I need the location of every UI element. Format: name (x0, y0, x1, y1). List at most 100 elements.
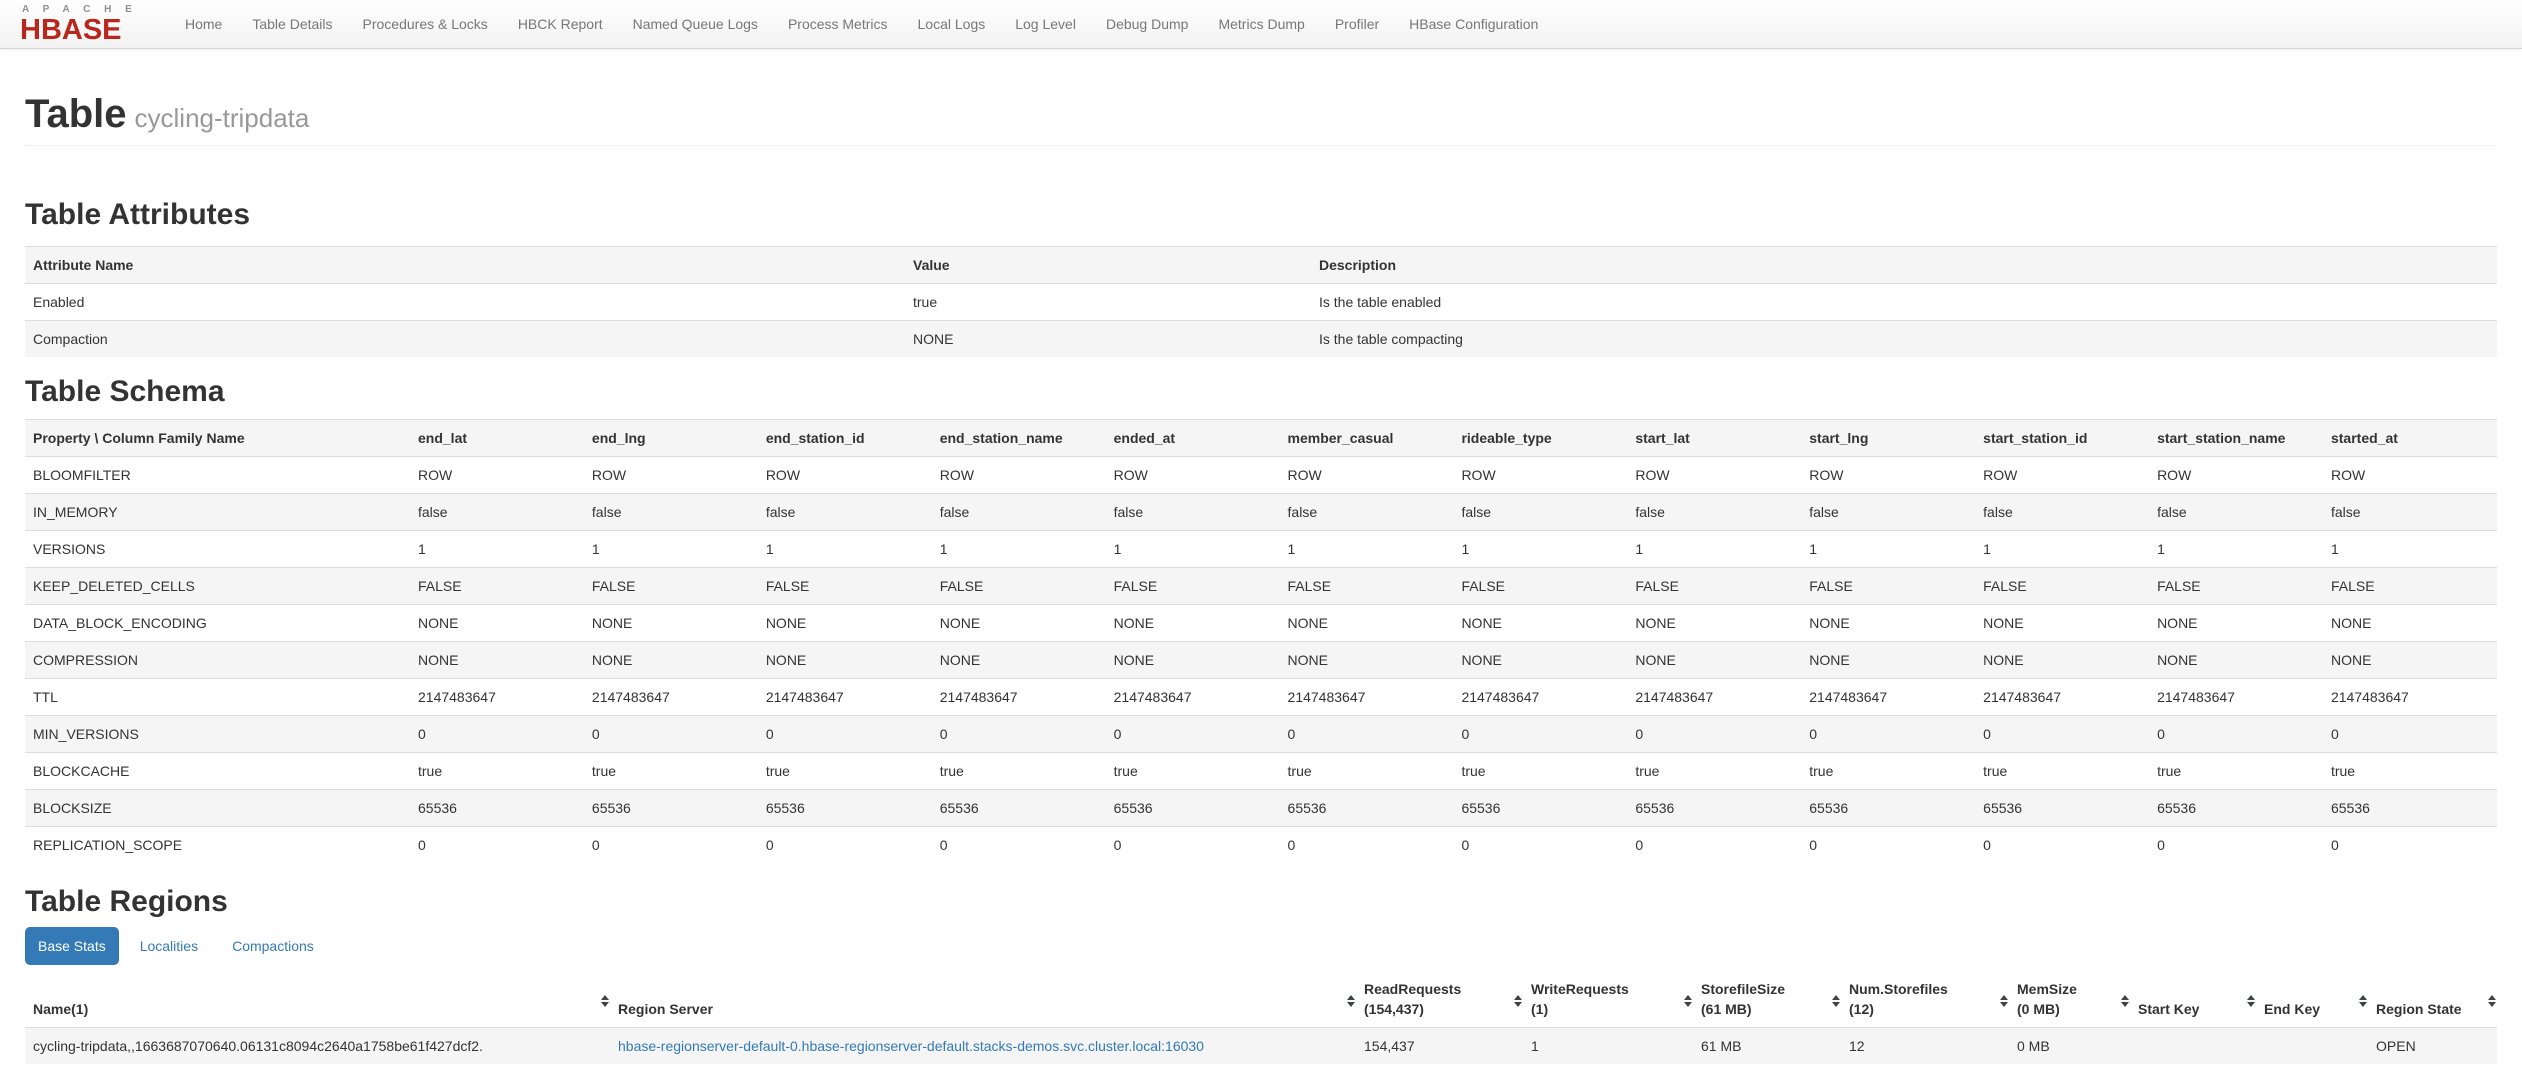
schema-property-value: true (2322, 752, 2497, 790)
nav-item-log-level[interactable]: Log Level (1000, 6, 1091, 42)
sort-up-arrow (601, 995, 609, 1000)
sort-icon[interactable] (2121, 995, 2129, 1007)
sort-icon[interactable] (1514, 995, 1522, 1007)
sort-icon[interactable] (1347, 995, 1355, 1007)
sort-icon[interactable] (2000, 995, 2008, 1007)
schema-row-keep-deleted-cells: KEEP_DELETED_CELLS FALSE FALSE FALSE FALSE FA… (25, 567, 2497, 605)
schema-property-value: NONE (1801, 604, 1976, 642)
schema-property-value: NONE (931, 641, 1106, 679)
schema-property-value: true (2149, 752, 2323, 790)
tab-compactions[interactable]: Compactions (219, 927, 327, 965)
regions-cell-read-requests: 154,437 (1356, 1027, 1523, 1064)
schema-property-value: false (931, 493, 1106, 531)
regions-column-header-memsize[interactable]: MemSize (0 MB) (2009, 975, 2130, 1028)
regions-column-sub-label: (61 MB) (1701, 1001, 1752, 1017)
regions-column-label: Region State (2376, 1001, 2462, 1017)
schema-property-value: 0 (1627, 826, 1802, 863)
region-server-link[interactable]: hbase-regionserver-default-0.hbase-regio… (618, 1038, 1204, 1054)
schema-property-value: NONE (1627, 604, 1802, 642)
sort-icon[interactable] (1684, 995, 1692, 1007)
schema-property-value: false (2149, 493, 2323, 531)
regions-column-header-name-1[interactable]: Name(1) (25, 975, 610, 1028)
schema-row-blocksize: BLOCKSIZE 65536 65536 65536 65536 65536 65536 6… (25, 789, 2497, 827)
sort-icon[interactable] (2488, 995, 2496, 1007)
schema-property-value: 2147483647 (1975, 678, 2150, 716)
regions-column-header-writerequests[interactable]: WriteRequests (1) (1523, 975, 1693, 1028)
schema-property-value: true (1627, 752, 1802, 790)
regions-tabs: Base Stats Localities Compactions (25, 927, 2497, 965)
nav-item-table-details[interactable]: Table Details (237, 6, 347, 42)
sort-icon[interactable] (2247, 995, 2255, 1007)
regions-cell-num-storefiles: 12 (1841, 1027, 2009, 1064)
schema-property-value: ROW (757, 456, 932, 494)
nav-item-procedures-locks[interactable]: Procedures & Locks (348, 6, 503, 42)
sort-icon[interactable] (2359, 995, 2367, 1007)
schema-property-value: 1 (1279, 530, 1454, 568)
tab-localities[interactable]: Localities (127, 927, 211, 965)
regions-column-header-end-key[interactable]: End Key (2256, 975, 2368, 1028)
regions-column-header-num-storefiles[interactable]: Num.Storefiles (12) (1841, 975, 2009, 1028)
schema-row-replication-scope: REPLICATION_SCOPE 0 0 0 0 0 0 0 0 0 0 0 0 (25, 826, 2497, 863)
regions-heading: Table Regions (25, 885, 228, 918)
schema-property-name: TTL (25, 678, 410, 716)
schema-property-value: true (1279, 752, 1454, 790)
schema-property-value: NONE (1279, 641, 1454, 679)
nav-item-local-logs[interactable]: Local Logs (903, 6, 1001, 42)
nav-item-process-metrics[interactable]: Process Metrics (773, 6, 903, 42)
schema-property-value: false (1105, 493, 1280, 531)
schema-property-value: 65536 (1105, 789, 1280, 827)
sort-icon[interactable] (601, 995, 609, 1007)
nav-item-profiler[interactable]: Profiler (1320, 6, 1394, 42)
schema-property-value: 0 (931, 715, 1106, 753)
schema-family-header-start-lat: start_lat (1627, 419, 1802, 457)
sort-icon[interactable] (1832, 995, 1840, 1007)
schema-family-header-start-lng: start_lng (1801, 419, 1976, 457)
sort-up-arrow (1347, 995, 1355, 1000)
schema-property-value: 0 (757, 715, 932, 753)
regions-column-header-start-key[interactable]: Start Key (2130, 975, 2256, 1028)
regions-column-header-region-state[interactable]: Region State (2368, 975, 2497, 1028)
schema-corner-header: Property \ Column Family Name (25, 419, 410, 457)
schema-property-value: 1 (2322, 530, 2497, 568)
schema-property-name: REPLICATION_SCOPE (25, 826, 410, 863)
sort-down-arrow (2000, 1002, 2008, 1007)
schema-property-value: 2147483647 (1801, 678, 1976, 716)
schema-family-header-rideable-type: rideable_type (1453, 419, 1628, 457)
regions-cell-start-key (2130, 1027, 2256, 1064)
schema-property-name: BLOCKSIZE (25, 789, 410, 827)
nav-item-home[interactable]: Home (170, 6, 237, 42)
page-subtitle: cycling-tripdata (134, 103, 310, 133)
schema-property-value: NONE (2322, 604, 2497, 642)
nav-item-hbck-report[interactable]: HBCK Report (503, 6, 618, 42)
schema-property-value: NONE (2149, 641, 2323, 679)
tab-base-stats[interactable]: Base Stats (25, 927, 119, 965)
attributes-cell: Enabled (25, 283, 905, 321)
schema-property-value: 0 (583, 826, 758, 863)
nav-item-debug-dump[interactable]: Debug Dump (1091, 6, 1204, 42)
schema-property-value: FALSE (1453, 567, 1628, 605)
schema-property-name: BLOOMFILTER (25, 456, 410, 494)
sort-up-arrow (2359, 995, 2367, 1000)
schema-property-value: 65536 (583, 789, 758, 827)
nav-item-hbase-configuration[interactable]: HBase Configuration (1394, 6, 1553, 42)
schema-property-value: 0 (2322, 826, 2497, 863)
regions-column-header-storefilesize[interactable]: StorefileSize (61 MB) (1693, 975, 1841, 1028)
nav-item-metrics-dump[interactable]: Metrics Dump (1203, 6, 1319, 42)
schema-family-header-end-lng: end_lng (583, 419, 758, 457)
hbase-logo[interactable]: A P A C H E HBASE (20, 3, 140, 45)
schema-property-value: 2147483647 (583, 678, 758, 716)
schema-property-value: 0 (410, 715, 584, 753)
schema-property-name: IN_MEMORY (25, 493, 410, 531)
nav-item-named-queue-logs[interactable]: Named Queue Logs (618, 6, 773, 42)
attributes-cell: NONE (905, 320, 1311, 357)
schema-property-value: FALSE (1105, 567, 1280, 605)
regions-column-header-readrequests[interactable]: ReadRequests (154,437) (1356, 975, 1523, 1028)
attributes-heading: Table Attributes (25, 198, 251, 231)
schema-property-value: 65536 (1627, 789, 1802, 827)
page-title-text: Table (25, 92, 127, 136)
sort-up-arrow (2488, 995, 2496, 1000)
schema-property-value: false (1279, 493, 1454, 531)
regions-column-label: End Key (2264, 1001, 2321, 1017)
regions-column-header-region-server[interactable]: Region Server (610, 975, 1356, 1028)
schema-property-value: false (1801, 493, 1976, 531)
